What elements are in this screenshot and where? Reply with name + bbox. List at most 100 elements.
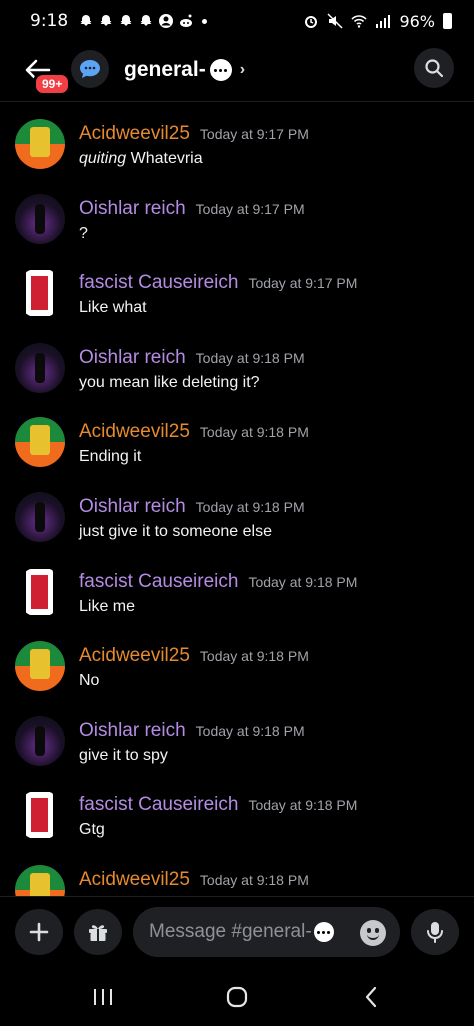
gift-button[interactable] — [74, 909, 122, 955]
message-header: Oishlar reich Today at 9:17 PM — [79, 198, 305, 220]
message-item[interactable]: Acidweevil25 Today at 9:18 PM No — [0, 625, 474, 699]
message-body: you mean like deleting it? — [79, 373, 260, 391]
chat-bubble-icon — [80, 60, 100, 78]
message-composer: Message #general- — [0, 896, 474, 968]
user-avatar[interactable] — [15, 417, 65, 468]
message-item[interactable]: Oishlar reich Today at 9:18 PM you mean li… — [0, 327, 474, 401]
search-button[interactable] — [414, 48, 454, 88]
placeholder-text: Message #general- — [149, 921, 312, 942]
avatar-flag — [26, 568, 53, 615]
username[interactable]: Oishlar reich — [79, 198, 186, 220]
user-avatar[interactable] — [15, 790, 65, 841]
search-icon — [425, 59, 444, 78]
add-attachment-button[interactable] — [15, 909, 63, 955]
avatar-flag — [26, 270, 53, 317]
message-header: Acidweevil25 Today at 9:17 PM — [79, 123, 309, 145]
message-timestamp: Today at 9:18 PM — [248, 797, 358, 814]
user-avatar[interactable] — [15, 268, 65, 319]
avatar-emblem — [30, 873, 50, 896]
message-item[interactable]: Acidweevil25 Today at 9:18 PM Ending it — [0, 401, 474, 475]
username[interactable]: Oishlar reich — [79, 496, 186, 518]
channel-name-text: general- — [124, 58, 206, 81]
voice-message-button[interactable] — [411, 909, 459, 955]
message-timestamp: Today at 9:17 PM — [248, 275, 358, 292]
emoji-eye — [367, 928, 371, 933]
microphone-icon — [427, 922, 443, 943]
user-avatar[interactable] — [15, 715, 65, 766]
message-text: ? — [79, 225, 88, 243]
message-item[interactable]: Acidweevil25 Today at 9:18 PM — [0, 849, 474, 896]
message-text: quiting Whatevria — [79, 150, 203, 168]
user-avatar[interactable] — [15, 119, 65, 169]
snapchat-icon — [80, 15, 92, 26]
message-item[interactable]: Acidweevil25 Today at 9:17 PM quiting What… — [0, 103, 474, 177]
username[interactable]: Acidweevil25 — [79, 869, 190, 891]
user-avatar[interactable] — [15, 193, 65, 244]
message-body: Like what — [79, 299, 147, 317]
emoji-eye — [375, 928, 379, 933]
message-body: just give it to someone else — [79, 523, 272, 540]
message-timestamp: Today at 9:18 PM — [199, 648, 309, 665]
channel-title[interactable]: general- › — [124, 58, 245, 82]
username[interactable]: Acidweevil25 — [79, 421, 190, 443]
username[interactable]: Acidweevil25 — [79, 123, 190, 145]
message-body: ? — [79, 224, 88, 242]
message-body: Whatevria — [126, 150, 203, 167]
user-avatar[interactable] — [15, 492, 65, 542]
chevron-right-icon: › — [239, 61, 246, 78]
message-item[interactable]: Oishlar reich Today at 9:18 PM just give i… — [0, 476, 474, 550]
recent-apps-button[interactable] — [88, 982, 118, 1012]
emoji-button[interactable] — [360, 920, 386, 946]
message-timestamp: Today at 9:17 PM — [199, 126, 309, 142]
message-header: Oishlar reich Today at 9:18 PM — [79, 347, 305, 369]
message-italic-text: quiting — [79, 150, 127, 167]
message-body: Gtg — [79, 821, 105, 839]
message-header: fascist Causeireich Today at 9:17 PM — [79, 272, 357, 294]
chevron-left-icon — [365, 986, 377, 1008]
message-header: Oishlar reich Today at 9:18 PM — [79, 496, 305, 518]
snapchat-icon — [100, 15, 112, 26]
message-header: Oishlar reich Today at 9:18 PM — [79, 720, 305, 742]
channel-type-button[interactable] — [71, 50, 109, 88]
message-item[interactable]: fascist Causeireich Today at 9:18 PM Gtg — [0, 774, 474, 848]
username[interactable]: fascist Causeireich — [79, 571, 238, 593]
username[interactable]: fascist Causeireich — [79, 272, 238, 294]
message-placeholder: Message #general- — [149, 921, 334, 943]
gift-icon — [89, 925, 107, 941]
user-avatar[interactable] — [15, 566, 65, 617]
message-body: No — [79, 672, 100, 690]
user-avatar[interactable] — [15, 641, 65, 692]
message-list[interactable]: Acidweevil25 Today at 9:17 PM quiting What… — [0, 103, 474, 896]
username[interactable]: Oishlar reich — [79, 347, 186, 369]
avatar-figure — [35, 352, 45, 383]
message-item[interactable]: fascist Causeireich Today at 9:17 PM Like … — [0, 252, 474, 326]
speech-dots-emoji-icon — [209, 59, 232, 81]
user-avatar[interactable] — [15, 865, 65, 896]
alarm-icon — [305, 16, 318, 28]
user-avatar[interactable] — [15, 342, 65, 393]
message-text: Gtg — [79, 821, 105, 839]
message-body: Ending it — [79, 448, 142, 466]
home-icon — [226, 986, 248, 1008]
system-nav-bar — [0, 968, 474, 1026]
username[interactable]: Oishlar reich — [79, 720, 186, 742]
message-text: Like me — [79, 598, 135, 616]
message-header: fascist Causeireich Today at 9:18 PM — [79, 794, 357, 816]
message-header: Acidweevil25 Today at 9:18 PM — [79, 869, 309, 891]
message-header: Acidweevil25 Today at 9:18 PM — [79, 645, 309, 667]
snapchat-icon — [140, 15, 152, 26]
notification-icons — [78, 13, 208, 29]
reddit-icon — [180, 14, 193, 27]
message-input[interactable]: Message #general- — [133, 907, 400, 957]
message-item[interactable]: Oishlar reich Today at 9:18 PM give it to … — [0, 700, 474, 774]
message-text: Like what — [79, 299, 147, 317]
system-back-button[interactable] — [356, 982, 386, 1012]
username[interactable]: fascist Causeireich — [79, 794, 238, 816]
username[interactable]: Acidweevil25 — [79, 645, 190, 667]
message-text: No — [79, 672, 99, 690]
signal-icon — [376, 15, 391, 28]
message-timestamp: Today at 9:18 PM — [195, 349, 305, 366]
message-item[interactable]: Oishlar reich Today at 9:17 PM? — [0, 178, 474, 252]
home-button[interactable] — [222, 982, 252, 1012]
message-item[interactable]: fascist Causeireich Today at 9:18 PM Like … — [0, 551, 474, 625]
